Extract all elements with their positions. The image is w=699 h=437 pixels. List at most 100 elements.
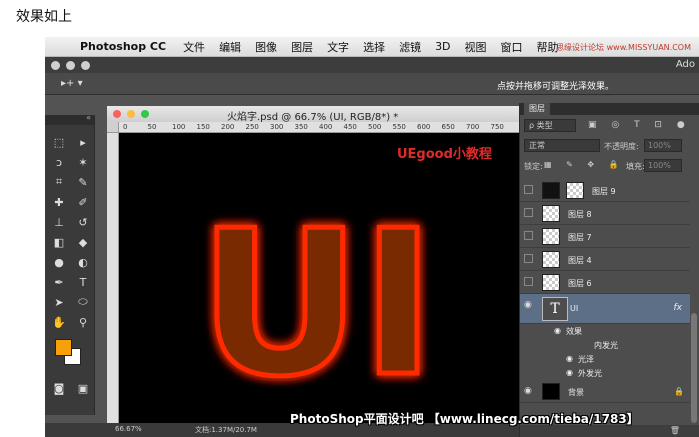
eye-icon[interactable]: ◉ (566, 368, 573, 377)
eye-icon[interactable]: ◉ (566, 354, 573, 363)
visibility-toggle[interactable] (524, 185, 533, 194)
menu-view[interactable]: 视图 (458, 39, 494, 55)
collapse-icon[interactable]: « (86, 113, 91, 122)
vertical-ruler[interactable] (107, 133, 119, 433)
dodge-tool-icon[interactable]: ◐ (72, 253, 94, 271)
doc-minimize-button[interactable] (127, 110, 135, 118)
menu-filter[interactable]: 滤镜 (392, 39, 428, 55)
doc-close-button[interactable] (113, 110, 121, 118)
blend-mode-select[interactable]: 正常 (524, 139, 600, 152)
blur-tool-icon[interactable]: ● (48, 253, 70, 271)
visibility-toggle[interactable] (524, 277, 533, 286)
doc-zoom-button[interactable] (141, 110, 149, 118)
crop-tool-icon[interactable]: ⌗ (48, 173, 70, 191)
effect-row[interactable]: 内发光 (520, 338, 690, 352)
document-tab[interactable]: 火焰字.psd @ 66.7% (UI, RGB/8*) * (107, 106, 523, 123)
menu-layer[interactable]: 图层 (284, 39, 320, 55)
close-window-button[interactable] (51, 61, 60, 70)
options-bar: ▸+ ▾ 点按并拖移可调整光泽效果。 (45, 73, 699, 95)
layers-tab[interactable]: 图层 (524, 103, 550, 115)
zoom-level[interactable]: 66.67% (115, 425, 142, 433)
visibility-toggle[interactable] (524, 208, 533, 217)
ruler-tick-label: 700 (466, 123, 480, 131)
layer-row[interactable]: 图层 9 (520, 179, 690, 202)
canvas[interactable]: UEgood小教程 UI (119, 133, 523, 433)
ruler-tick-label: 200 (221, 123, 235, 131)
pen-tool-icon[interactable]: ✒ (48, 273, 70, 291)
layer-filter-select[interactable]: ρ 类型 (524, 119, 576, 132)
layer-row[interactable]: 图层 7 (520, 225, 690, 248)
ruler-tick-label: 450 (343, 123, 357, 131)
menu-image[interactable]: 图像 (248, 39, 284, 55)
effect-row[interactable]: ◉ 光泽 (520, 352, 690, 366)
page-caption: 效果如上 (16, 9, 72, 25)
fire-text-artwork: UI (196, 186, 438, 424)
effect-row[interactable]: ◉ 外发光 (520, 366, 690, 380)
menu-app-name[interactable]: Photoshop CC (73, 40, 176, 53)
history-brush-tool-icon[interactable]: ↺ (72, 213, 94, 231)
document-title: 火焰字.psd @ 66.7% (UI, RGB/8*) * (227, 112, 399, 123)
minimize-window-button[interactable] (66, 61, 75, 70)
eye-icon[interactable]: ◉ (554, 326, 561, 335)
canvas-text: UI (199, 188, 436, 421)
menu-type[interactable]: 文字 (320, 39, 356, 55)
layer-row[interactable]: 图层 6 (520, 271, 690, 294)
eraser-tool-icon[interactable]: ◧ (48, 233, 70, 251)
layer-row[interactable]: 图层 8 (520, 202, 690, 225)
opacity-field[interactable]: 100% (644, 139, 682, 152)
bucket-tool-icon[interactable]: ◆ (72, 233, 94, 251)
fx-icon[interactable]: fx (674, 303, 683, 313)
trash-icon[interactable]: 🗑 (670, 426, 680, 435)
brush-tool-icon[interactable]: ✐ (72, 193, 94, 211)
menu-file[interactable]: 文件 (176, 39, 212, 55)
fill-field[interactable]: 100% (644, 159, 682, 172)
layer-row[interactable]: 图层 4 (520, 248, 690, 271)
ruler-tick-label: 400 (319, 123, 333, 131)
type-tool-icon[interactable]: T (72, 273, 94, 291)
tools-panel: « ⬚ ▸ ↄ ✶ ⌗ ✎ ✚ ✐ ⊥ ↺ ◧ ◆ ● ◐ ✒ T ➤ ⬭ ✋ … (45, 113, 95, 415)
visibility-toggle[interactable] (524, 254, 533, 263)
ruler-tick-label: 750 (490, 123, 504, 131)
layer-filter-icons[interactable]: ▣ ◎ T ⊡ ● (588, 120, 691, 130)
opacity-label: 不透明度: (604, 142, 639, 151)
lock-icons[interactable]: ▦ ✎ ✥ 🔒 (544, 160, 625, 169)
layer-row-selected[interactable]: ◉ T UI fx (520, 294, 690, 324)
hand-tool-icon[interactable]: ✋ (48, 313, 70, 331)
menu-window[interactable]: 窗口 (494, 39, 530, 55)
foreground-color-swatch[interactable] (55, 339, 72, 356)
layers-scrollbar[interactable] (691, 313, 697, 423)
menu-3d[interactable]: 3D (428, 40, 457, 53)
ruler-tick-label: 350 (294, 123, 308, 131)
screen-mode-icon[interactable]: ▣ (72, 379, 94, 397)
horizontal-ruler[interactable]: 0 50 100 150 200 250 300 350 400 450 500 550 600 650 7… (119, 122, 523, 133)
healing-tool-icon[interactable]: ✚ (48, 193, 70, 211)
layer-thumbnail (542, 228, 560, 245)
eye-icon[interactable]: ◉ (524, 386, 534, 396)
photoshop-window: Photoshop CC 文件 编辑 图像 图层 文字 选择 滤镜 3D 视图 … (45, 37, 699, 437)
move-tool-icon[interactable]: ▸ (72, 133, 94, 151)
zoom-window-button[interactable] (81, 61, 90, 70)
marquee-tool-icon[interactable]: ⬚ (48, 133, 70, 151)
effects-row[interactable]: ◉ 效果 (520, 324, 690, 338)
ruler-tick-label: 650 (441, 123, 455, 131)
menu-select[interactable]: 选择 (356, 39, 392, 55)
layer-thumbnail (542, 383, 560, 400)
layer-row-background[interactable]: ◉ 背景 🔒 (520, 380, 690, 403)
quick-mask-icon[interactable]: ◙ (48, 379, 70, 397)
lasso-tool-icon[interactable]: ↄ (48, 153, 70, 171)
tools-panel-header[interactable]: « (45, 113, 94, 125)
zoom-tool-icon[interactable]: ⚲ (72, 313, 94, 331)
ruler-origin[interactable] (107, 122, 119, 133)
eye-icon[interactable]: ◉ (524, 300, 534, 310)
magic-wand-tool-icon[interactable]: ✶ (72, 153, 94, 171)
doc-size-info[interactable]: 文档:1.37M/20.7M (195, 425, 257, 435)
visibility-toggle[interactable] (524, 231, 533, 240)
stamp-tool-icon[interactable]: ⊥ (48, 213, 70, 231)
shape-tool-icon[interactable]: ⬭ (72, 293, 94, 311)
move-tool-preset[interactable]: ▸+ ▾ (61, 78, 83, 89)
menu-edit[interactable]: 编辑 (212, 39, 248, 55)
lock-label: 锁定: (524, 162, 543, 171)
eyedropper-tool-icon[interactable]: ✎ (72, 173, 94, 191)
adobe-label: Ado (675, 59, 695, 70)
path-select-tool-icon[interactable]: ➤ (48, 293, 70, 311)
